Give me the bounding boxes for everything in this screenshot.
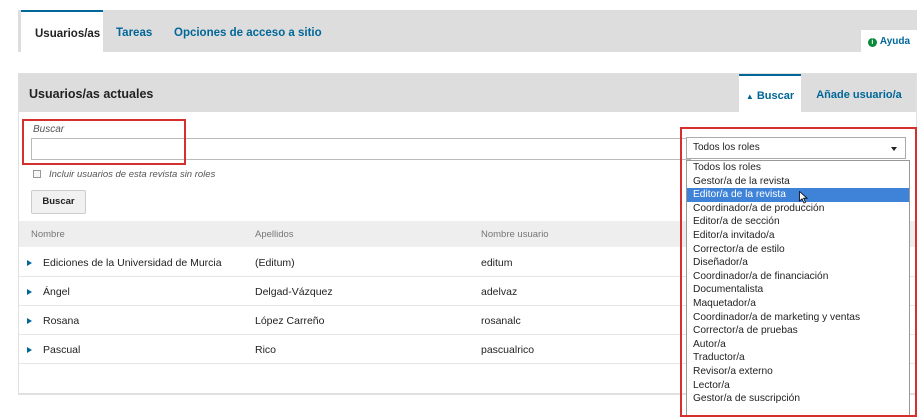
role-option[interactable]: Coordinador/a de marketing y ventas [687, 311, 909, 325]
top-tab-bar: Usuarios/as Tareas Opciones de acceso a … [18, 10, 917, 52]
column-header-usuario: Nombre usuario [481, 229, 549, 240]
roles-dropdown-list: Todos los roles Gestor/a de la revista Edi… [686, 160, 910, 417]
mouse-cursor-icon [799, 191, 808, 204]
role-option[interactable]: Autor/a [687, 338, 909, 352]
search-tab-label: Buscar [756, 90, 795, 102]
tab-usuarios[interactable]: Usuarios/as [21, 10, 103, 52]
role-option[interactable]: Editor/a de la revista [687, 188, 909, 202]
cell-nombre: Pascual [43, 344, 81, 356]
role-option[interactable]: Gestor/a de la revista [687, 175, 909, 189]
role-option[interactable]: Editor/a de sección [687, 215, 909, 229]
tab-tareas[interactable]: Tareas [116, 10, 152, 52]
cell-usuario: rosanalc [481, 315, 521, 327]
role-option[interactable]: Documentalista [687, 283, 909, 297]
search-button[interactable]: Buscar [31, 190, 86, 214]
cell-apellidos: López Carreño [255, 315, 325, 327]
tab-search[interactable]: ▲ Buscar [739, 74, 801, 112]
cell-apellidos: Rico [255, 344, 277, 356]
cell-usuario: editum [481, 257, 513, 269]
cell-nombre: Ediciones de la Universidad de Murcia [43, 257, 222, 269]
role-option[interactable]: Maquetador/a [687, 297, 909, 311]
cell-usuario: adelvaz [481, 286, 518, 298]
search-input[interactable] [31, 138, 691, 160]
tab-add-user[interactable]: Añade usuario/a [809, 74, 909, 112]
role-option[interactable]: Traductor/a [687, 351, 909, 365]
include-no-roles-row[interactable]: Incluir usuarios de esta revista sin rol… [33, 169, 215, 180]
panel-title: Usuarios/as actuales [29, 87, 154, 101]
role-option[interactable]: Gestor/a de suscripción [687, 392, 909, 406]
expand-arrow-icon[interactable] [27, 289, 32, 295]
column-header-apellidos: Apellidos [255, 229, 294, 240]
help-label: Ayuda [879, 36, 911, 47]
role-option[interactable]: Revisor/a externo [687, 365, 909, 379]
role-option[interactable]: Coordinador/a de financiación [687, 270, 909, 284]
role-option[interactable]: Editor/a invitado/a [687, 229, 909, 243]
panel-header: Usuarios/as actuales ▲ Buscar Añade usua… [19, 74, 916, 112]
app-root: Usuarios/as Tareas Opciones de acceso a … [0, 0, 917, 417]
cell-apellidos: Delgad-Vázquez [255, 286, 333, 298]
roles-select-value: Todos los roles [693, 142, 760, 153]
cell-apellidos: (Editum) [255, 257, 295, 269]
role-option[interactable]: Diseñador/a [687, 256, 909, 270]
column-header-nombre: Nombre [31, 229, 65, 240]
include-no-roles-label: Incluir usuarios de esta revista sin rol… [49, 169, 216, 180]
include-no-roles-checkbox[interactable] [33, 170, 41, 178]
search-label: Buscar [33, 124, 65, 135]
help-button[interactable]: i Ayuda [861, 30, 917, 52]
chevron-down-icon [891, 147, 897, 151]
tab-opciones-acceso[interactable]: Opciones de acceso a sitio [174, 10, 322, 52]
cell-nombre: Ángel [43, 286, 70, 298]
caret-up-icon: ▲ [745, 92, 754, 101]
expand-arrow-icon[interactable] [27, 318, 32, 324]
expand-arrow-icon[interactable] [27, 260, 32, 266]
cell-nombre: Rosana [43, 315, 80, 327]
info-icon: i [867, 38, 877, 47]
role-option[interactable]: Corrector/a de pruebas [687, 324, 909, 338]
role-option[interactable]: Corrector/a de estilo [687, 243, 909, 257]
roles-select[interactable]: Todos los roles [686, 137, 906, 159]
expand-arrow-icon[interactable] [27, 347, 32, 353]
cell-usuario: pascualrico [481, 344, 535, 356]
role-option[interactable]: Coordinador/a de producción [687, 202, 909, 216]
role-option[interactable]: Todos los roles [687, 161, 909, 175]
role-option[interactable]: Lector/a [687, 379, 909, 393]
